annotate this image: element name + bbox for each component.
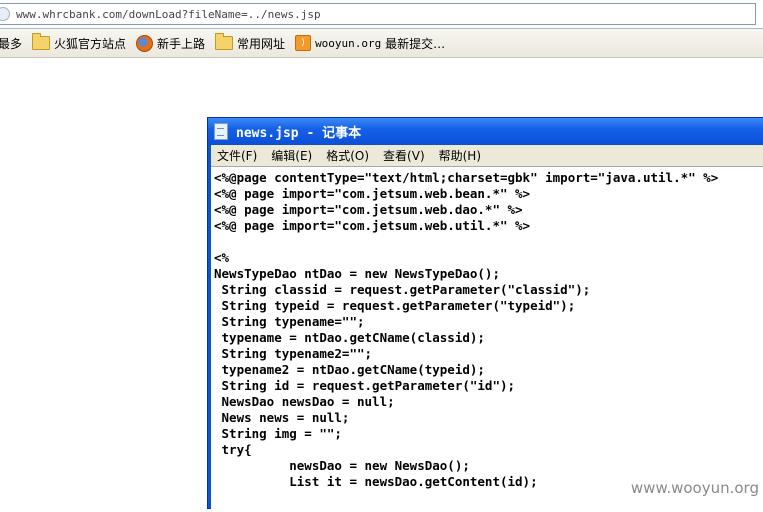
menu-edit[interactable]: 编辑(E) — [271, 147, 312, 164]
code-line: String typeid = request.getParameter("ty… — [214, 298, 576, 313]
bookmark-getting-started[interactable]: 新手上路 — [136, 34, 206, 52]
url-input[interactable]: www.whrcbank.com/downLoad?fileName=../ne… — [0, 3, 756, 25]
code-line: News news = null; — [214, 410, 350, 425]
notepad-menubar: 文件(F) 编辑(E) 格式(O) 查看(V) 帮助(H) — [211, 145, 763, 166]
url-text: www.whrcbank.com/downLoad?fileName=../ne… — [16, 7, 321, 21]
folder-icon — [32, 33, 51, 50]
bookmark-label: 最多 — [0, 36, 23, 51]
bookmark-label-prefix: wooyun.org — [315, 36, 382, 50]
bookmark-firefox-site[interactable]: 火狐官方站点 — [32, 33, 127, 52]
bookmark-wooyun-latest[interactable]: ) wooyun.org 最新提交… — [295, 35, 445, 52]
folder-icon — [215, 33, 234, 50]
bookmark-label: 最新提交… — [385, 36, 446, 51]
code-line: try{ — [214, 442, 252, 457]
code-line: newsDao = new NewsDao(); — [214, 458, 470, 473]
notepad-text-area[interactable]: <%@page contentType="text/html;charset=g… — [211, 166, 763, 512]
code-line: NewsDao newsDao = null; — [214, 394, 395, 409]
address-bar: www.whrcbank.com/downLoad?fileName=../ne… — [0, 0, 763, 29]
code-line: <% — [214, 250, 230, 265]
code-line: String img = ""; — [214, 426, 342, 441]
file-content: <%@page contentType="text/html;charset=g… — [211, 167, 763, 490]
bookmark-label: 常用网址 — [237, 36, 286, 51]
notepad-titlebar[interactable]: news.jsp - 记事本 — [208, 118, 763, 145]
rss-icon: ) — [295, 35, 312, 51]
notepad-document-icon — [214, 123, 228, 140]
code-line: NewsTypeDao ntDao = new NewsTypeDao(); — [214, 266, 500, 281]
code-line: typename = ntDao.getCName(classid); — [214, 330, 485, 345]
code-line: <%@ page import="com.jetsum.web.util.*" … — [214, 218, 531, 233]
code-line: <%@ page import="com.jetsum.web.dao.*" %… — [214, 202, 523, 217]
menu-help[interactable]: 帮助(H) — [439, 147, 481, 164]
firefox-icon — [136, 34, 154, 52]
code-line: <%@ page import="com.jetsum.web.bean.*" … — [214, 186, 531, 201]
page-icon — [0, 7, 10, 21]
code-line: String typename=""; — [214, 314, 365, 329]
bookmarks-toolbar: 最多 火狐官方站点 新手上路 常用网址 ) wooyun.org 最新提交… — [0, 29, 763, 58]
bookmark-most-visited[interactable]: 最多 — [0, 35, 22, 52]
notepad-window: news.jsp - 记事本 文件(F) 编辑(E) 格式(O) 查看(V) 帮… — [207, 117, 763, 512]
code-line: String typename2=""; — [214, 346, 373, 361]
code-line: String id = request.getParameter("id"); — [214, 378, 516, 393]
menu-view[interactable]: 查看(V) — [383, 147, 425, 164]
window-title: news.jsp - 记事本 — [236, 126, 362, 141]
menu-format[interactable]: 格式(O) — [326, 147, 369, 164]
code-line: typename2 = ntDao.getCName(typeid); — [214, 362, 485, 377]
bookmark-label: 火狐官方站点 — [54, 36, 127, 51]
bookmark-label: 新手上路 — [157, 36, 206, 51]
watermark: www.wooyun.org — [628, 479, 761, 497]
code-line: String classid = request.getParameter("c… — [214, 282, 591, 297]
menu-file[interactable]: 文件(F) — [217, 147, 257, 164]
bookmark-common-sites[interactable]: 常用网址 — [215, 33, 286, 52]
code-line: <%@page contentType="text/html;charset=g… — [214, 170, 719, 185]
